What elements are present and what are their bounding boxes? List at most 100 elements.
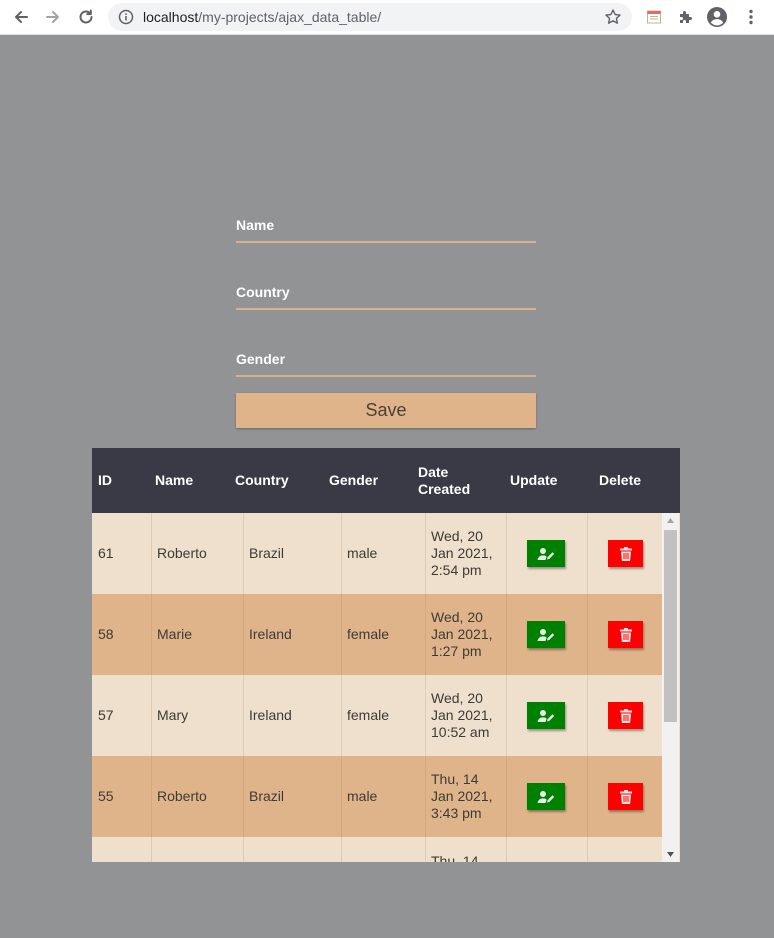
info-icon[interactable] xyxy=(118,9,134,29)
date-line: Wed, 20 xyxy=(431,528,483,544)
cell-date: Wed, 20 Jan 2021, 1:27 pm xyxy=(425,594,506,675)
cell-gender: female xyxy=(341,594,425,675)
cell-country: Brazil xyxy=(243,756,341,837)
header-update: Update xyxy=(510,472,558,488)
cell-name: Marie xyxy=(151,594,243,675)
date-line: Thu, 14 xyxy=(431,771,479,787)
cell-gender: male xyxy=(341,513,425,594)
cell-delete xyxy=(587,594,662,675)
cell-date: Thu, 14 xyxy=(425,837,506,862)
header-name: Name xyxy=(155,472,194,488)
cell-gender xyxy=(341,837,425,862)
arrow-left-icon xyxy=(15,11,28,23)
url-text[interactable]: localhost/my-projects/ajax_data_table/ xyxy=(143,9,381,25)
delete-button[interactable] xyxy=(608,783,643,810)
date-line: Wed, 20 xyxy=(431,690,483,706)
table-row: 57 Mary Ireland female Wed, 20 Jan 2021,… xyxy=(92,675,662,756)
cell-country: Ireland xyxy=(243,675,341,756)
update-button[interactable] xyxy=(527,702,565,729)
cell-date: Wed, 20 Jan 2021, 10:52 am xyxy=(425,675,506,756)
country-input[interactable] xyxy=(236,272,536,308)
header-country: Country xyxy=(235,472,289,488)
cell-date: Wed, 20 Jan 2021, 2:54 pm xyxy=(425,513,506,594)
back-button[interactable] xyxy=(8,4,34,30)
user-edit-icon xyxy=(537,628,555,641)
cell-update xyxy=(506,756,587,837)
url-path: /my-projects/ajax_data_table/ xyxy=(198,9,382,25)
puzzle-icon[interactable] xyxy=(675,6,697,28)
calendar-extension-icon[interactable] xyxy=(643,6,665,28)
trash-icon xyxy=(619,546,632,561)
date-line: 1:27 pm xyxy=(431,643,482,659)
date-line: Jan 2021, xyxy=(431,545,493,561)
cell-update xyxy=(506,594,587,675)
account-icon[interactable] xyxy=(706,6,728,28)
country-field[interactable]: Country xyxy=(236,272,536,310)
cell-update xyxy=(506,513,587,594)
add-record-form: Name Country Gender xyxy=(236,205,536,406)
cell-country: Ireland xyxy=(243,594,341,675)
name-input[interactable] xyxy=(236,205,536,241)
table-row: Thu, 14 xyxy=(92,837,662,862)
cell-name: Mary xyxy=(151,675,243,756)
date-line: Thu, 14 xyxy=(431,853,479,862)
cell-update xyxy=(506,837,587,862)
cell-id: 57 xyxy=(98,707,114,723)
gender-field[interactable]: Gender xyxy=(236,339,536,377)
table-header: ID Name Country Gender Date Created Upda… xyxy=(92,448,680,513)
date-line: 3:43 pm xyxy=(431,805,482,821)
forward-button[interactable] xyxy=(40,4,66,30)
cell-country xyxy=(243,837,341,862)
header-gender: Gender xyxy=(329,472,379,488)
cell-gender: male xyxy=(341,756,425,837)
trash-icon xyxy=(619,627,632,642)
cell-name: Roberto xyxy=(151,756,243,837)
trash-icon xyxy=(619,789,632,804)
table-scrollbar[interactable] xyxy=(662,513,679,862)
cell-update xyxy=(506,675,587,756)
header-date-line1: Date xyxy=(418,463,449,480)
table-row: 61 Roberto Brazil male Wed, 20 Jan 2021,… xyxy=(92,513,662,594)
gender-input[interactable] xyxy=(236,339,536,375)
cell-delete xyxy=(587,756,662,837)
header-delete: Delete xyxy=(599,472,642,488)
delete-button[interactable] xyxy=(608,540,643,567)
data-table: ID Name Country Gender Date Created Upda… xyxy=(92,448,680,862)
scrollbar-thumb[interactable] xyxy=(664,530,677,722)
cell-delete xyxy=(587,513,662,594)
delete-button[interactable] xyxy=(608,621,643,648)
cell-id: 61 xyxy=(98,545,114,561)
header-date-created: Date Created xyxy=(418,448,470,513)
table-row: 58 Marie Ireland female Wed, 20 Jan 2021… xyxy=(92,594,662,675)
address-bar[interactable]: localhost/my-projects/ajax_data_table/ xyxy=(108,3,632,31)
user-edit-icon xyxy=(537,709,555,722)
table-row: 55 Roberto Brazil male Thu, 14 Jan 2021,… xyxy=(92,756,662,837)
cell-id: 58 xyxy=(98,626,114,642)
kebab-menu-icon[interactable] xyxy=(740,6,762,28)
date-line: Jan 2021, xyxy=(431,707,493,723)
browser-toolbar: localhost/my-projects/ajax_data_table/ xyxy=(0,0,774,35)
update-button[interactable] xyxy=(527,621,565,648)
cell-delete xyxy=(587,675,662,756)
scroll-down-arrow-icon[interactable] xyxy=(662,847,679,862)
star-icon[interactable] xyxy=(604,8,622,30)
cell-country: Brazil xyxy=(243,513,341,594)
scroll-up-arrow-icon[interactable] xyxy=(662,513,679,528)
cell-id xyxy=(92,837,151,862)
delete-button[interactable] xyxy=(608,702,643,729)
reload-icon xyxy=(79,9,93,24)
name-field[interactable]: Name xyxy=(236,205,536,243)
save-button[interactable]: Save xyxy=(236,393,536,428)
user-edit-icon xyxy=(537,547,555,560)
date-line: Wed, 20 xyxy=(431,609,483,625)
header-id: ID xyxy=(98,472,112,488)
update-button[interactable] xyxy=(527,540,565,567)
cell-date: Thu, 14 Jan 2021, 3:43 pm xyxy=(425,756,506,837)
header-date-line2: Created xyxy=(418,480,471,497)
url-host: localhost xyxy=(143,9,199,25)
cell-name xyxy=(151,837,243,862)
update-button[interactable] xyxy=(527,783,565,810)
date-line: Jan 2021, xyxy=(431,788,493,804)
date-line: 10:52 am xyxy=(431,724,490,740)
reload-button[interactable] xyxy=(73,4,99,30)
